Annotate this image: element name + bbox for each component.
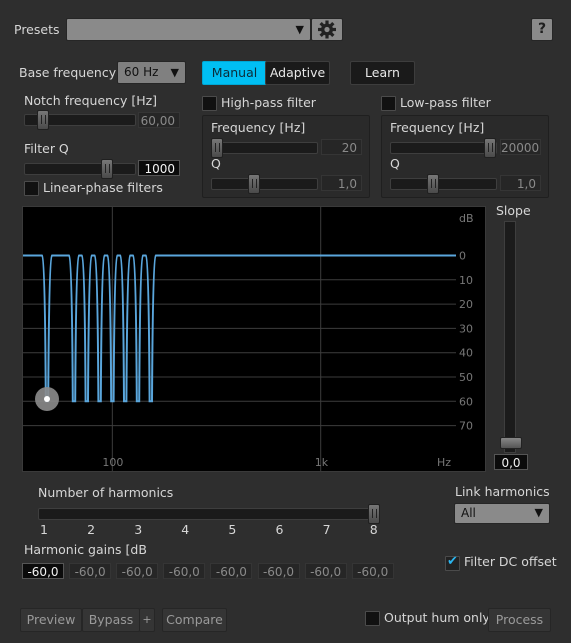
base-frequency-value: 60 Hz xyxy=(124,65,159,79)
lowpass-frequency-slider[interactable] xyxy=(390,142,497,154)
lowpass-frequency-slider-thumb[interactable] xyxy=(484,138,496,158)
highpass-label: High-pass filter xyxy=(221,95,316,110)
harmonic-gain-value[interactable]: -60,0 xyxy=(22,563,64,579)
lowpass-frequency-label: Frequency [Hz] xyxy=(390,120,485,135)
notch-frequency-slider-thumb[interactable] xyxy=(37,110,49,130)
slope-slider-thumb[interactable] xyxy=(500,437,522,449)
harmonic-gain-value[interactable]: -60,0 xyxy=(304,563,347,579)
learn-button[interactable]: Learn xyxy=(350,61,415,85)
harmonic-tick-label: 1 xyxy=(40,522,48,537)
gear-icon xyxy=(318,20,336,39)
base-frequency-label: Base frequency xyxy=(19,65,117,80)
filter-dc-checkbox[interactable] xyxy=(445,554,460,571)
harmonic-gain-value[interactable]: -60,0 xyxy=(163,563,206,579)
harmonic-tick-label: 4 xyxy=(181,522,190,537)
harmonic-tick-label: 3 xyxy=(134,522,143,537)
db-tick-label: 30 xyxy=(459,322,473,335)
harmonic-tick-label: 6 xyxy=(275,522,284,537)
freq-tick-label: Hz xyxy=(437,456,451,469)
db-tick-label: 10 xyxy=(459,274,473,287)
chevron-down-icon: ▼ xyxy=(534,506,543,519)
bypass-button[interactable]: Bypass xyxy=(82,608,140,632)
filter-q-label: Filter Q xyxy=(24,141,69,156)
harmonic-tick-label: 2 xyxy=(87,522,96,537)
notch-frequency-label: Notch frequency [Hz] xyxy=(24,93,158,108)
harmonic-gain-value[interactable]: -60,0 xyxy=(210,563,253,579)
harmonic-tick-label: 7 xyxy=(322,522,331,537)
highpass-group: Frequency [Hz] 20 Q 1,0 xyxy=(202,115,370,198)
db-tick-label: 60 xyxy=(459,395,473,408)
output-hum-label: Output hum only xyxy=(384,610,490,625)
compare-button[interactable]: Compare xyxy=(162,608,227,632)
lowpass-label: Low-pass filter xyxy=(400,95,491,110)
lowpass-q-label: Q xyxy=(390,156,400,171)
harmonics-slider[interactable] xyxy=(38,508,380,520)
response-plot: 010203040506070 1001k10kHz dB xyxy=(23,207,540,471)
presets-label: Presets xyxy=(14,22,60,37)
help-button[interactable]: ? xyxy=(531,18,553,41)
lowpass-checkbox[interactable] xyxy=(381,96,396,111)
highpass-frequency-value[interactable]: 20 xyxy=(321,139,362,155)
process-button[interactable]: Process xyxy=(488,608,551,632)
preview-button[interactable]: Preview xyxy=(20,608,82,632)
highpass-q-label: Q xyxy=(211,156,221,171)
slope-label: Slope xyxy=(496,203,531,218)
harmonic-tick-label: 8 xyxy=(369,522,378,537)
highpass-q-slider-thumb[interactable] xyxy=(248,174,260,194)
notch-frequency-value[interactable]: 60,00 xyxy=(138,112,180,128)
link-harmonics-value: All xyxy=(461,506,476,520)
notch-handle-dot xyxy=(44,396,50,402)
lowpass-frequency-value[interactable]: 20000 xyxy=(500,139,541,155)
db-tick-label: 50 xyxy=(459,371,473,384)
lowpass-q-slider[interactable] xyxy=(390,178,497,190)
db-tick-label: 40 xyxy=(459,347,473,360)
link-harmonics-label: Link harmonics xyxy=(455,484,550,499)
lowpass-group: Frequency [Hz] 20000 Q 1,0 xyxy=(381,115,549,198)
highpass-q-slider[interactable] xyxy=(211,178,318,190)
highpass-frequency-label: Frequency [Hz] xyxy=(211,120,306,135)
filter-q-value[interactable]: 1000 xyxy=(138,160,180,176)
preset-settings-button[interactable] xyxy=(311,18,343,41)
base-frequency-dropdown[interactable]: 60 Hz ▼ xyxy=(117,61,186,84)
link-harmonics-dropdown[interactable]: All ▼ xyxy=(454,503,550,524)
output-hum-checkbox[interactable] xyxy=(365,611,380,626)
harmonics-label: Number of harmonics xyxy=(38,485,174,500)
highpass-frequency-slider-thumb[interactable] xyxy=(211,138,223,158)
harmonic-tick-label: 5 xyxy=(228,522,237,537)
chevron-down-icon: ▼ xyxy=(170,66,179,79)
linear-phase-checkbox[interactable] xyxy=(24,181,39,196)
highpass-frequency-slider[interactable] xyxy=(211,142,318,154)
freq-tick-label: 1k xyxy=(315,456,329,469)
highpass-q-value[interactable]: 1,0 xyxy=(321,175,362,191)
harmonic-gain-value[interactable]: -60,0 xyxy=(116,563,159,579)
filter-dc-label: Filter DC offset xyxy=(464,554,557,569)
manual-button[interactable]: Manual xyxy=(202,61,267,85)
db-unit-label: dB xyxy=(459,212,474,225)
slope-value[interactable]: 0,0 xyxy=(494,454,528,470)
harmonic-gain-value[interactable]: -60,0 xyxy=(351,563,394,579)
freq-tick-label: 100 xyxy=(102,456,123,469)
harmonic-gains-label: Harmonic gains [dB xyxy=(24,542,147,557)
slope-slider[interactable] xyxy=(504,221,516,453)
bypass-plus-button[interactable]: + xyxy=(139,608,155,632)
db-tick-label: 70 xyxy=(459,420,473,433)
linear-phase-label: Linear-phase filters xyxy=(43,180,163,195)
filter-q-slider-thumb[interactable] xyxy=(101,159,113,179)
lowpass-q-slider-thumb[interactable] xyxy=(427,174,439,194)
lowpass-q-value[interactable]: 1,0 xyxy=(500,175,541,191)
frequency-response-graph[interactable]: 010203040506070 1001k10kHz dB xyxy=(22,206,540,472)
adaptive-button[interactable]: Adaptive xyxy=(265,61,330,85)
harmonic-gain-value[interactable]: -60,0 xyxy=(257,563,300,579)
highpass-checkbox[interactable] xyxy=(202,96,217,111)
filter-q-slider[interactable] xyxy=(24,163,136,175)
presets-dropdown[interactable]: ▼ xyxy=(66,18,311,41)
db-tick-label: 0 xyxy=(459,250,466,263)
harmonics-slider-thumb[interactable] xyxy=(368,504,380,524)
chevron-down-icon: ▼ xyxy=(295,23,304,36)
db-tick-label: 20 xyxy=(459,298,473,311)
harmonic-gain-value[interactable]: -60,0 xyxy=(69,563,112,579)
